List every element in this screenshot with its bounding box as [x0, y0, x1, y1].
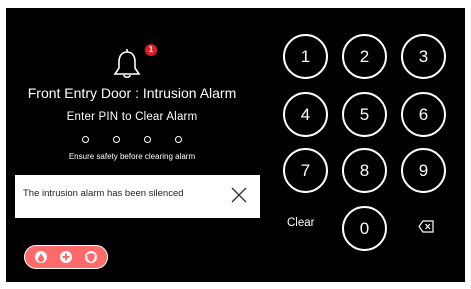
- pin-prompt: Enter PIN to Clear Alarm: [66, 111, 198, 123]
- pin-indicator: [82, 136, 182, 146]
- alarm-title: Front Entry Door : Intrusion Alarm: [27, 85, 237, 101]
- safety-hint: Ensure safety before clearing alarm: [68, 152, 196, 161]
- alarm-count-badge: 1: [145, 44, 157, 56]
- key-8[interactable]: 8: [342, 148, 387, 193]
- backspace-icon[interactable]: [418, 220, 434, 233]
- key-2[interactable]: 2: [342, 34, 387, 79]
- alarm-panel: [6, 8, 465, 282]
- medical-icon[interactable]: [59, 251, 72, 263]
- key-5[interactable]: 5: [342, 92, 387, 137]
- pin-dot: [82, 136, 89, 143]
- bell-icon: [113, 49, 141, 79]
- pin-dot: [144, 136, 151, 143]
- toast-message: The intrusion alarm has been silenced: [23, 188, 184, 199]
- key-3[interactable]: 3: [401, 34, 446, 79]
- key-1[interactable]: 1: [283, 34, 328, 79]
- close-icon[interactable]: [230, 186, 248, 204]
- police-icon[interactable]: [84, 251, 97, 263]
- key-0[interactable]: 0: [342, 206, 387, 251]
- pin-dot: [175, 136, 182, 143]
- key-9[interactable]: 9: [401, 148, 446, 193]
- key-7[interactable]: 7: [283, 148, 328, 193]
- clear-button[interactable]: Clear: [287, 217, 314, 229]
- emergency-buttons[interactable]: [24, 245, 108, 269]
- pin-dot: [113, 136, 120, 143]
- key-6[interactable]: 6: [401, 92, 446, 137]
- key-4[interactable]: 4: [283, 92, 328, 137]
- fire-icon[interactable]: [35, 251, 48, 263]
